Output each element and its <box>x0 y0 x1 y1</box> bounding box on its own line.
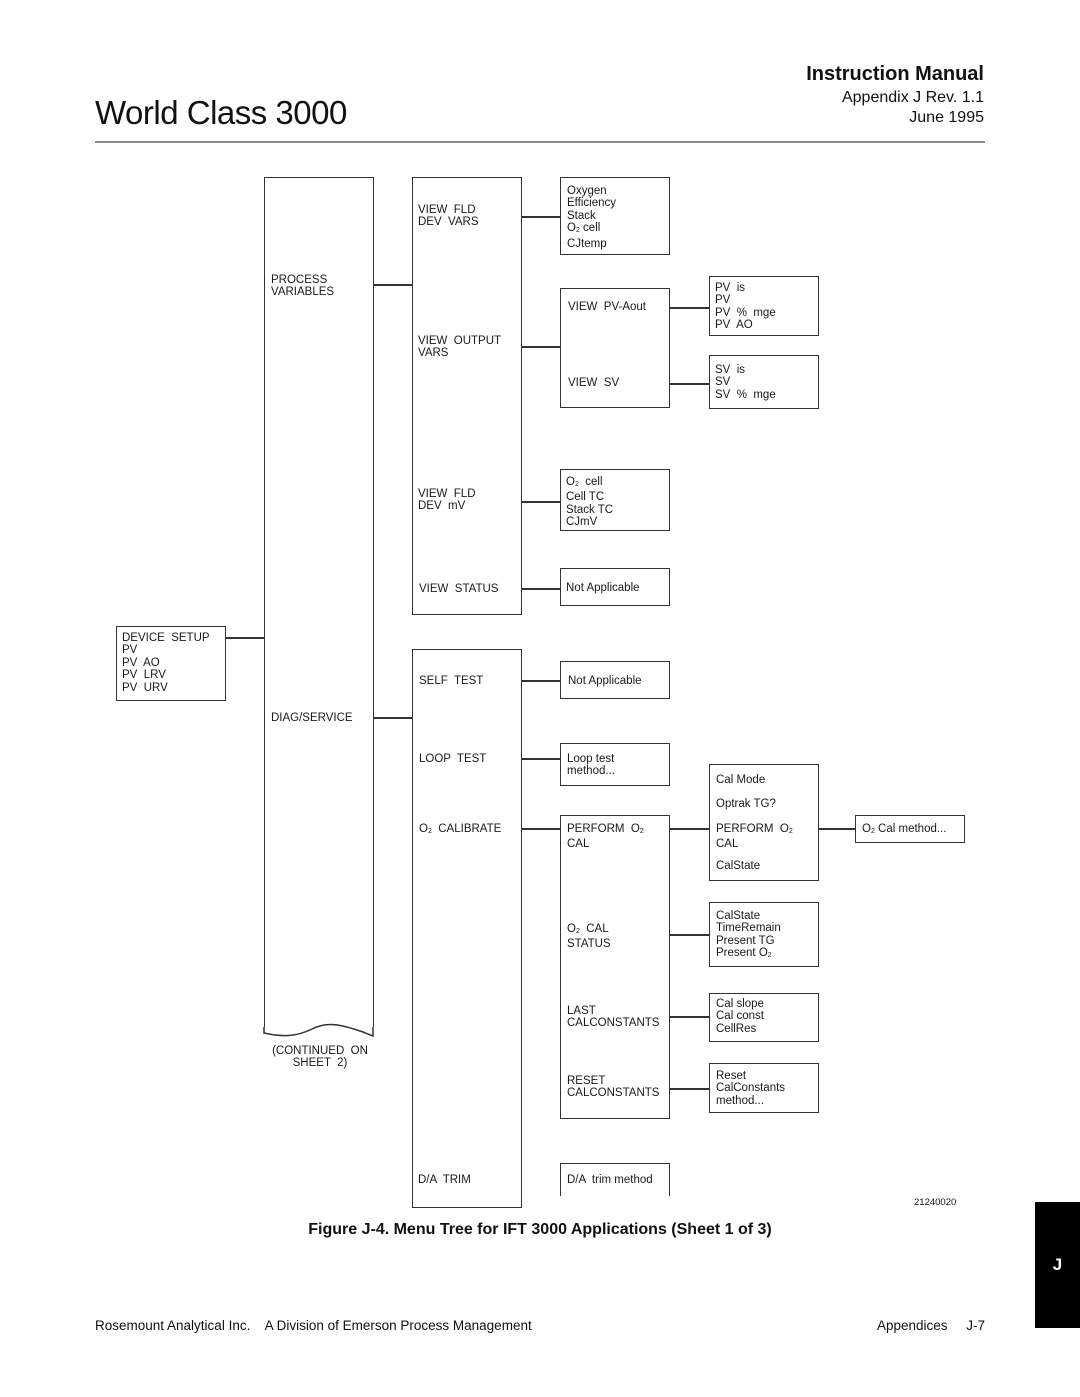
self-test-result-label: Not Applicable <box>568 675 642 687</box>
last-cal-items: Cal slope Cal const CellRes <box>716 998 764 1035</box>
optrak-label: Optrak TG? <box>716 798 776 810</box>
diag-service-label: DIAG/SERVICE <box>271 712 353 724</box>
connector <box>522 346 560 348</box>
connector <box>670 307 709 309</box>
device-setup-label: DEVICE SETUP PV PV AO PV LRV PV URV <box>122 632 210 694</box>
document-title: World Class 3000 <box>95 94 347 131</box>
da-trim-label: D/A TRIM <box>418 1174 471 1186</box>
drawing-number: 21240020 <box>914 1197 957 1208</box>
connector <box>670 383 709 385</box>
self-test-label: SELF TEST <box>419 675 484 687</box>
connector <box>226 637 264 639</box>
connector <box>522 501 560 503</box>
process-variables-menu-box <box>412 177 522 615</box>
sv-items: SV is SV SV % mge <box>715 364 776 401</box>
diag-service-menu-box <box>412 649 522 1208</box>
fld-dev-mv-items: O2 cell Cell TC Stack TC CJmV <box>566 476 614 529</box>
da-trim-result-label: D/A trim method <box>567 1174 653 1186</box>
cal-status-items: CalState TimeRemain Present TG Present O… <box>716 910 781 960</box>
footer-company: Rosemount Analytical Inc. A Division of … <box>95 1318 532 1333</box>
manual-label: Instruction Manual <box>806 63 984 85</box>
connector <box>522 588 560 590</box>
connector <box>670 1088 709 1090</box>
connector <box>819 828 855 830</box>
connector <box>670 1016 709 1018</box>
torn-edge <box>263 1023 374 1038</box>
connector <box>522 758 560 760</box>
view-status-label: VIEW STATUS <box>419 583 499 595</box>
footer-page: Appendices J-7 <box>876 1318 985 1333</box>
connector <box>522 216 560 218</box>
loop-test-result-label: Loop test method... <box>567 753 615 778</box>
connector <box>374 284 412 286</box>
last-calconstants-label: LAST CALCONSTANTS <box>567 1005 660 1030</box>
date-label: June 1995 <box>909 109 984 126</box>
view-output-vars-label: VIEW OUTPUT VARS <box>418 335 502 360</box>
pv-aout-items: PV is PV PV % mge PV AO <box>715 282 776 332</box>
perform-o2-cal-label: PERFORM O2 CAL <box>567 823 644 851</box>
status-result-label: Not Applicable <box>566 582 640 594</box>
figure-caption: Figure J-4. Menu Tree for IFT 3000 Appli… <box>308 1221 772 1238</box>
view-fld-dev-vars-label: VIEW FLD DEV VARS <box>418 204 479 229</box>
o2-calibrate-label: O2 CALIBRATE <box>419 823 502 835</box>
connector <box>670 828 709 830</box>
section-tab[interactable]: J <box>1035 1202 1080 1328</box>
loop-test-label: LOOP TEST <box>419 753 487 765</box>
o2-cal-status-label: O2 CAL STATUS <box>567 923 611 951</box>
header-rule <box>95 141 985 143</box>
continued-note: (CONTINUED ON SHEET 2) <box>272 1045 368 1070</box>
view-fld-dev-mv-label: VIEW FLD DEV mV <box>418 488 476 513</box>
revision-label: Appendix J Rev. 1.1 <box>841 89 984 106</box>
connector <box>522 680 560 682</box>
level1-box <box>264 177 374 1027</box>
view-sv-label: VIEW SV <box>568 377 620 389</box>
reset-calconstants-label: RESET CALCONSTANTS <box>567 1075 660 1100</box>
calstate-label: CalState <box>716 860 761 872</box>
fld-dev-vars-items: Oxygen Efficiency Stack O2 cell CJtemp <box>567 185 617 250</box>
process-variables-label: PROCESS VARIABLES <box>271 274 335 299</box>
connector <box>522 828 560 830</box>
view-pv-aout-label: VIEW PV-Aout <box>568 301 646 313</box>
perform-o2-cal-sub-label: PERFORM O2 CAL <box>716 823 793 851</box>
connector <box>670 934 709 936</box>
calibrate-menu-box <box>560 815 670 1119</box>
connector <box>374 717 412 719</box>
o2-cal-method-label: O2 Cal method... <box>862 823 947 835</box>
cal-mode-label: Cal Mode <box>716 774 766 786</box>
reset-cal-items: Reset CalConstants method... <box>716 1070 786 1107</box>
